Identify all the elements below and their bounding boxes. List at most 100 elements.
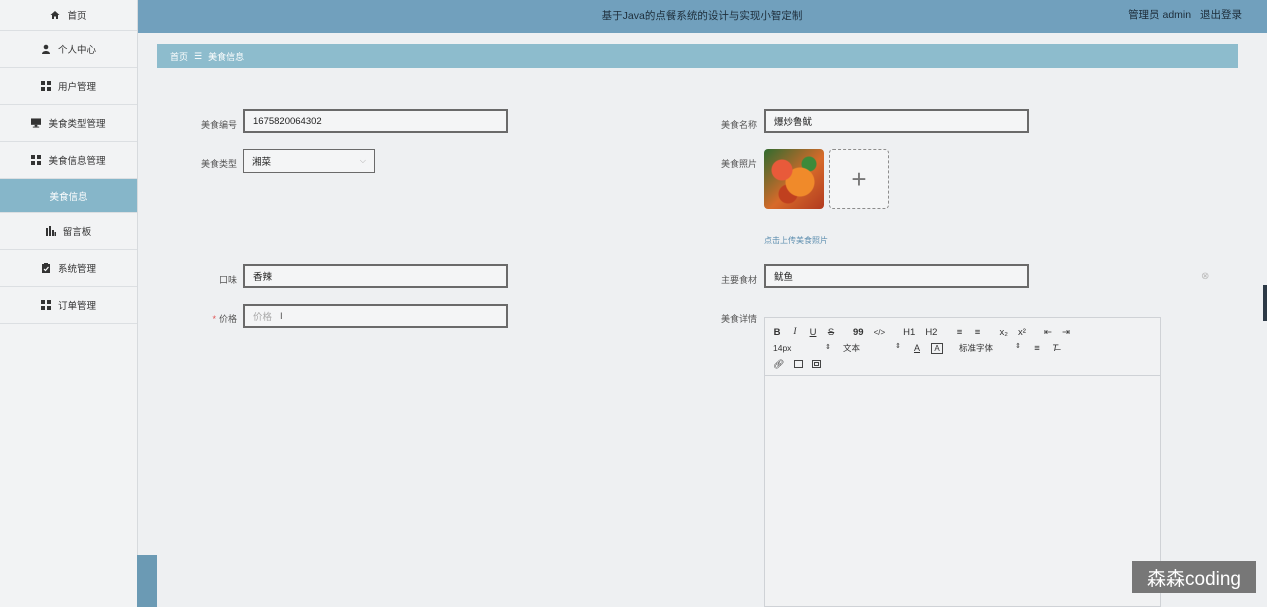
font-size-value: 14px <box>773 343 792 353</box>
monitor-icon <box>31 118 42 128</box>
font-size-select[interactable]: 14px ⇕ <box>773 343 831 353</box>
strike-button[interactable]: S <box>827 327 835 338</box>
clear-icon[interactable]: ⊗ <box>1201 271 1209 282</box>
taste-label: 口味 <box>218 275 237 285</box>
sidebar-item-label: 美食类型管理 <box>48 119 106 130</box>
toolbar-row-1: B I U S 99 </> H1 H2 ≡ ≡ x₂ x² ⇤ ⇥ <box>773 324 1152 340</box>
food-type-label: 美食类型 <box>200 159 237 169</box>
breadcrumb: 首页 ☰ 美食信息 <box>157 44 1238 68</box>
bold-button[interactable]: B <box>773 327 781 338</box>
main-ingredient-label: 主要食材 <box>720 275 757 285</box>
underline-button[interactable]: U <box>809 327 817 338</box>
clear-format-icon[interactable]: T̶ <box>1051 343 1059 354</box>
text-cursor-icon: I <box>280 310 283 322</box>
sidebar-item-home[interactable]: 首页 <box>0 0 137 31</box>
price-input[interactable]: 价格 I <box>243 304 508 328</box>
sidebar-item-food-type[interactable]: 美食类型管理 <box>0 105 137 142</box>
code-block-button[interactable]: </> <box>874 328 886 337</box>
grid-icon <box>31 155 42 165</box>
food-type-value: 湘菜 <box>252 157 272 168</box>
toolbar-row-3: 🔗︎ <box>773 356 1152 372</box>
link-icon[interactable]: 🔗︎ <box>773 359 784 370</box>
app-title: 基于Java的点餐系统的设计与实现小智定制 <box>601 10 803 22</box>
sidebar-item-label: 美食信息管理 <box>48 156 106 167</box>
top-header: 基于Java的点餐系统的设计与实现小智定制 管理员 admin 退出登录 <box>137 0 1267 33</box>
sidebar-item-label: 用户管理 <box>57 82 96 93</box>
bullet-list-button[interactable]: ≡ <box>973 327 981 338</box>
editor-content-area[interactable] <box>765 376 1160 606</box>
align-icon[interactable]: ≡ <box>1033 343 1041 354</box>
home-icon <box>50 10 60 20</box>
taste-input[interactable]: 香辣 <box>243 264 508 288</box>
sidebar-item-users[interactable]: 用户管理 <box>0 68 137 105</box>
grid-icon <box>40 81 51 91</box>
sidebar-item-orders[interactable]: 订单管理 <box>0 287 137 324</box>
sidebar-item-label: 美食信息 <box>49 191 88 203</box>
sidebar-item-label: 订单管理 <box>57 301 96 312</box>
ordered-list-button[interactable]: ≡ <box>955 327 963 338</box>
sidebar-item-label: 个人中心 <box>57 45 96 56</box>
font-family-value: 标准字体 <box>959 343 994 353</box>
indent-button[interactable]: ⇥ <box>1062 327 1070 338</box>
font-family-select[interactable]: 标准字体 ⇕ <box>959 342 1021 354</box>
food-name-input[interactable]: 爆炒鲁鱿 <box>764 109 1029 133</box>
photo-upload-tip: 点击上传美食照片 <box>764 236 828 245</box>
sidebar-item-label: 首页 <box>67 11 87 22</box>
food-name-label: 美食名称 <box>720 120 757 130</box>
right-edge-handle <box>1263 285 1267 321</box>
watermark: 森森coding <box>1132 561 1256 593</box>
sidebar-item-profile[interactable]: 个人中心 <box>0 31 137 68</box>
food-id-input[interactable]: 1675820064302 <box>243 109 508 133</box>
blockquote-button[interactable]: 99 <box>853 327 864 338</box>
user-area: 管理员 admin 退出登录 <box>1122 7 1242 22</box>
select-arrows-icon: ⇕ <box>1015 343 1021 350</box>
sidebar-item-label: 留言板 <box>62 227 92 238</box>
breadcrumb-home[interactable]: 首页 <box>170 50 188 63</box>
chevron-down-icon: ⌵ <box>359 156 366 165</box>
price-label-text: 价格 <box>218 314 237 324</box>
food-id-label: 美食编号 <box>200 120 237 130</box>
editor-toolbar: B I U S 99 </> H1 H2 ≡ ≡ x₂ x² ⇤ ⇥ 14px ⇕… <box>765 318 1160 376</box>
sidebar-item-label: 系统管理 <box>57 264 96 275</box>
rich-text-editor: B I U S 99 </> H1 H2 ≡ ≡ x₂ x² ⇤ ⇥ 14px ⇕… <box>764 317 1161 607</box>
logout-link[interactable]: 退出登录 <box>1200 9 1242 21</box>
image-icon[interactable] <box>794 360 804 368</box>
heading1-button[interactable]: H1 <box>903 327 915 338</box>
sidebar-item-food-info[interactable]: 美食信息 <box>0 179 137 213</box>
block-type-value: 文本 <box>843 343 861 353</box>
clipboard-icon <box>41 263 51 273</box>
font-color-icon[interactable]: A <box>913 343 921 353</box>
photo-upload-button[interactable]: + <box>829 149 889 209</box>
user-role-label: 管理员 admin <box>1128 9 1192 21</box>
food-type-select[interactable]: 湘菜 ⌵ <box>243 149 375 173</box>
breadcrumb-current: 美食信息 <box>208 51 245 62</box>
breadcrumb-separator-icon: ☰ <box>194 50 203 61</box>
food-detail-label: 美食详情 <box>720 314 757 324</box>
grid-icon <box>40 300 51 310</box>
video-icon[interactable] <box>812 360 822 368</box>
sidebar-bottom-decoration <box>137 555 157 607</box>
main-ingredient-input[interactable]: 鱿鱼 <box>764 264 1029 288</box>
background-color-icon[interactable]: A <box>931 342 943 354</box>
price-placeholder: 价格 <box>253 312 273 323</box>
subscript-button[interactable]: x₂ <box>999 327 1007 338</box>
superscript-button[interactable]: x² <box>1018 327 1026 338</box>
heading2-button[interactable]: H2 <box>925 327 937 338</box>
select-arrows-icon: ⇕ <box>825 344 831 351</box>
outdent-button[interactable]: ⇤ <box>1044 327 1052 338</box>
sidebar: 首页 个人中心 用户管理 美食类型管理 美食信息管理 美食信息 留言板 系统管理… <box>0 0 138 607</box>
select-arrows-icon: ⇕ <box>895 343 901 350</box>
sidebar-item-message-board[interactable]: 留言板 <box>0 213 137 250</box>
block-type-select[interactable]: 文本 ⇕ <box>843 342 901 354</box>
food-photo-thumbnail[interactable] <box>764 149 824 209</box>
plus-icon: + <box>851 163 867 194</box>
toolbar-row-2: 14px ⇕ 文本 ⇕ A A 标准字体 ⇕ ≡ T̶ <box>773 340 1152 356</box>
italic-button[interactable]: I <box>791 327 799 337</box>
chart-icon <box>45 226 56 236</box>
required-mark: * <box>212 314 216 324</box>
sidebar-item-system[interactable]: 系统管理 <box>0 250 137 287</box>
user-icon <box>41 44 51 54</box>
sidebar-item-food-info-mgmt[interactable]: 美食信息管理 <box>0 142 137 179</box>
food-photo-label: 美食照片 <box>720 159 757 169</box>
price-label: * 价格 <box>180 312 237 325</box>
